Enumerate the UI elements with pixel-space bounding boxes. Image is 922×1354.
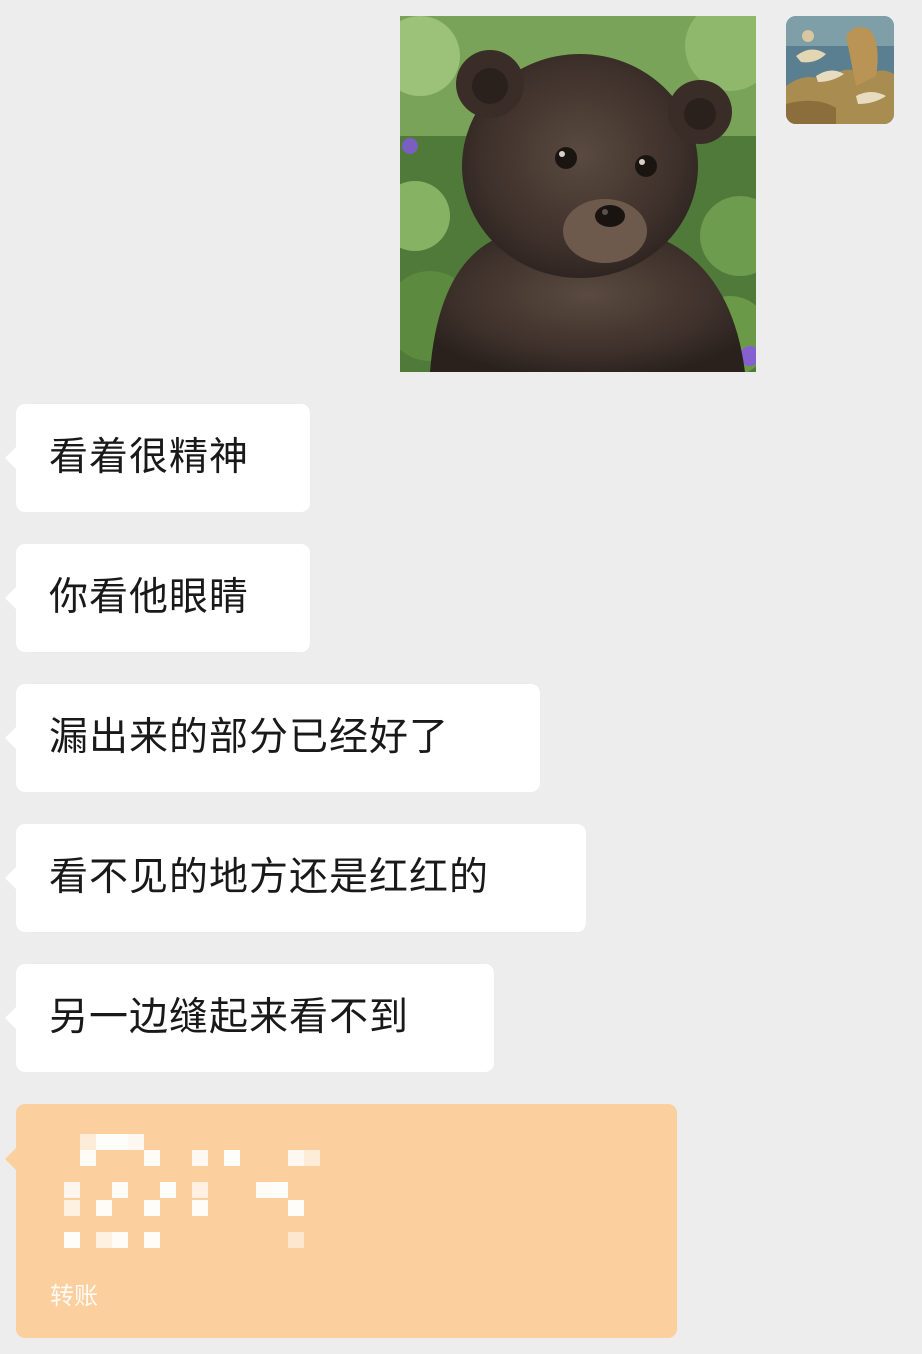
message-text: 漏出来的部分已经好了 — [49, 715, 450, 760]
message-bubble[interactable]: 你看他眼睛 — [5, 544, 310, 652]
message-bubble[interactable]: 看着很精神 — [5, 404, 310, 512]
user-avatar[interactable] — [786, 16, 894, 124]
message-bubble[interactable]: 漏出来的部分已经好了 — [5, 684, 540, 792]
landscape-painting-icon — [786, 16, 894, 124]
transfer-card[interactable] — [16, 1104, 677, 1338]
message-text: 看着很精神 — [49, 435, 250, 480]
sent-photo[interactable] — [400, 16, 756, 372]
bear-cub-photo-icon — [400, 16, 756, 372]
message-bubble[interactable]: 另一边缝起来看不到 — [5, 964, 494, 1072]
message-text: 另一边缝起来看不到 — [49, 995, 410, 1040]
message-text: 看不见的地方还是红红的 — [49, 855, 490, 900]
chat-area[interactable]: 看着很精神 你看他眼睛 漏出来的部分已经好了 看不见的地方还是红红的 另一边缝起… — [0, 0, 922, 1354]
transfer-footer-label: 转账 — [50, 1282, 98, 1310]
message-text: 你看他眼睛 — [49, 575, 250, 620]
message-bubble[interactable]: 看不见的地方还是红红的 — [5, 824, 586, 932]
pixelated-mosaic-icon — [64, 1134, 320, 1248]
